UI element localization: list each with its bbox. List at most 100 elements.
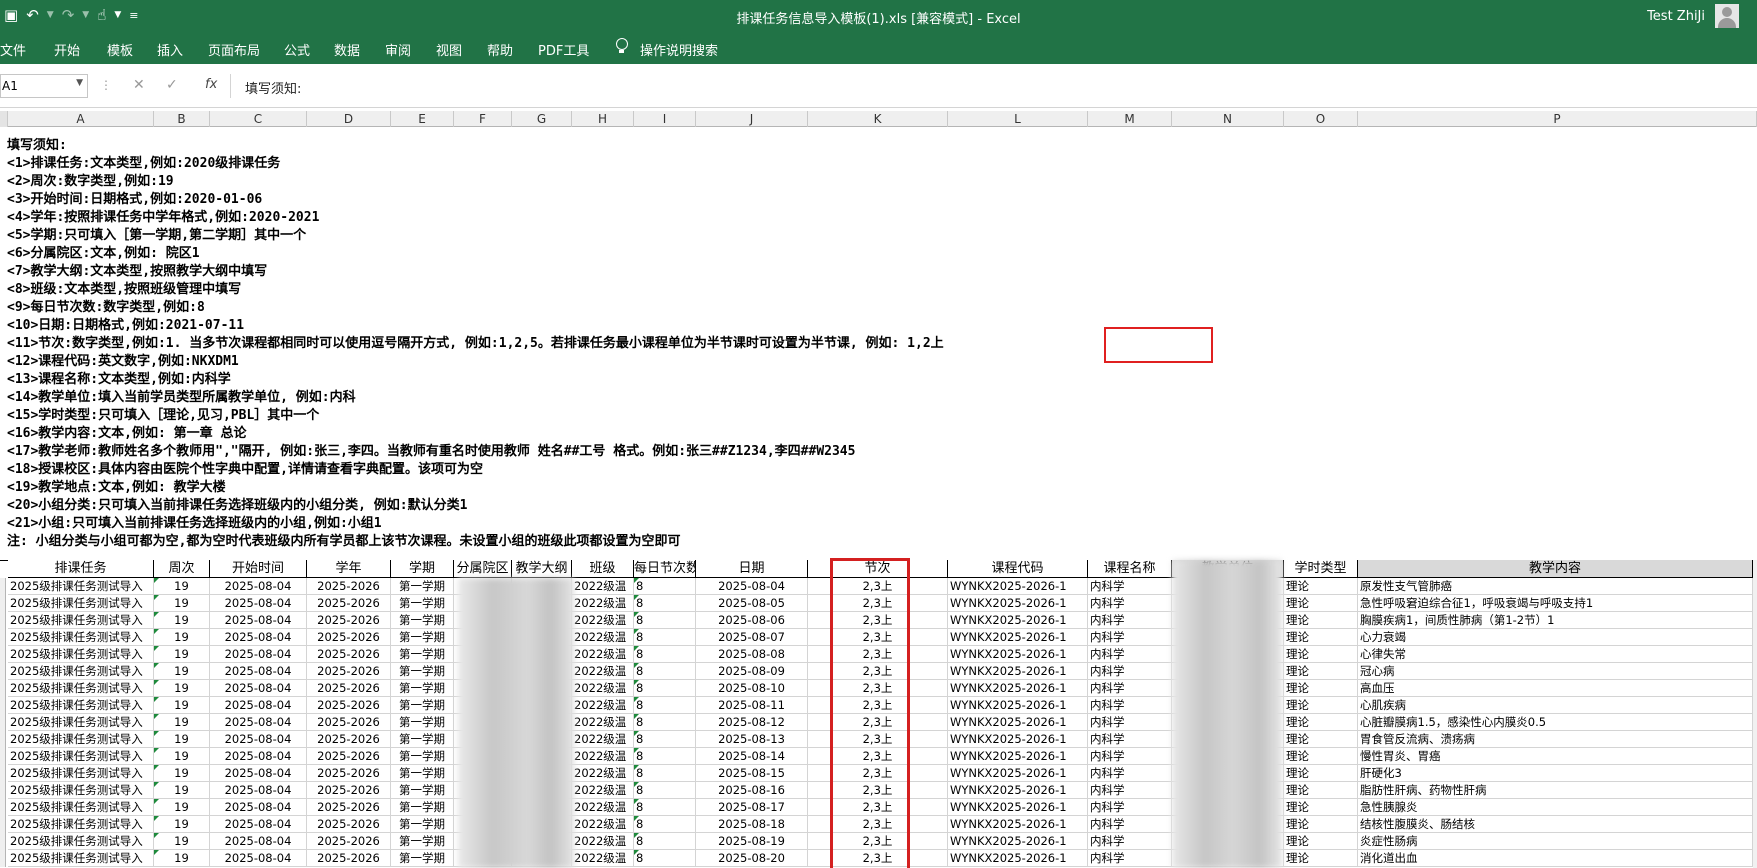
table-cell[interactable]: 理论 [1284,833,1358,850]
table-cell[interactable]: 理论 [1284,816,1358,833]
table-cell[interactable]: 第一学期 [391,731,454,748]
table-cell[interactable]: WYNKX2025-2026-1 [948,697,1088,714]
table-cell[interactable]: WYNKX2025-2026-1 [948,629,1088,646]
table-cell[interactable]: 内科学 [1088,595,1172,612]
row-header[interactable] [0,850,6,867]
chevron-down-icon[interactable]: ▼ [114,10,121,20]
table-cell[interactable]: 第一学期 [391,663,454,680]
tab-template[interactable]: 模板 [107,40,133,59]
table-cell[interactable]: WYNKX2025-2026-1 [948,833,1088,850]
column-header[interactable]: F [454,111,512,127]
table-cell[interactable]: 2025-08-04 [210,646,307,663]
table-cell[interactable]: 2022级温 [572,782,634,799]
table-cell[interactable]: 心律失常 [1358,646,1753,663]
row-header[interactable] [0,595,6,612]
table-cell[interactable]: 理论 [1284,799,1358,816]
table-cell[interactable]: 8 [634,595,696,612]
column-header[interactable]: B [154,111,210,127]
column-header[interactable]: P [1358,111,1757,127]
table-cell[interactable]: 2025-2026 [307,816,391,833]
formula-input[interactable]: 填写须知: [245,78,301,97]
table-cell[interactable]: 8 [634,748,696,765]
table-cell[interactable]: 2025-08-04 [210,595,307,612]
table-cell[interactable]: 19 [154,612,210,629]
column-header[interactable]: C [210,111,307,127]
table-cell[interactable]: 慢性胃炎、胃癌 [1358,748,1753,765]
table-cell[interactable]: 理论 [1284,782,1358,799]
table-cell[interactable]: 2025级排课任务测试导入 [8,782,154,799]
table-cell[interactable]: 19 [154,748,210,765]
table-cell[interactable]: 炎症性肠病 [1358,833,1753,850]
row-header[interactable] [0,629,6,646]
tab-view[interactable]: 视图 [436,40,462,59]
table-cell[interactable]: 内科学 [1088,816,1172,833]
table-cell[interactable]: 2025-08-04 [210,748,307,765]
table-cell[interactable]: 内科学 [1088,680,1172,697]
table-cell[interactable]: 冠心病 [1358,663,1753,680]
table-cell[interactable]: 19 [154,765,210,782]
insert-function-icon[interactable]: fx [205,77,217,92]
column-header[interactable]: E [391,111,454,127]
table-header-cell[interactable]: 每日节次数 [634,560,696,578]
tab-insert[interactable]: 插入 [157,40,183,59]
table-cell[interactable]: 2025-08-12 [696,714,808,731]
table-header-cell[interactable]: 学时类型 [1284,560,1358,578]
table-cell[interactable]: 19 [154,697,210,714]
table-header-cell[interactable]: 教学大纲 [512,560,572,578]
table-cell[interactable]: 2022级温 [572,663,634,680]
table-cell[interactable]: 2025-08-07 [696,629,808,646]
table-cell[interactable]: WYNKX2025-2026-1 [948,680,1088,697]
user-account[interactable]: Test ZhiJi [1647,4,1739,28]
row-header[interactable] [0,578,6,595]
table-cell[interactable]: 心肌疾病 [1358,697,1753,714]
table-cell[interactable]: 第一学期 [391,578,454,595]
table-cell[interactable]: 2022级温 [572,799,634,816]
table-cell[interactable]: 2025-08-05 [696,595,808,612]
table-cell[interactable]: 2025级排课任务测试导入 [8,629,154,646]
table-cell[interactable]: 第一学期 [391,680,454,697]
table-cell[interactable]: 19 [154,629,210,646]
table-cell[interactable]: 第一学期 [391,850,454,867]
table-cell[interactable]: 2025-2026 [307,782,391,799]
table-cell[interactable]: 2025级排课任务测试导入 [8,612,154,629]
table-cell[interactable]: 8 [634,697,696,714]
table-cell[interactable]: 第一学期 [391,612,454,629]
table-cell[interactable]: 2022级温 [572,748,634,765]
table-cell[interactable]: 2025-08-17 [696,799,808,816]
table-header-cell[interactable]: 课程代码 [948,560,1088,578]
table-cell[interactable]: 2025-08-09 [696,663,808,680]
table-cell[interactable]: 2025级排课任务测试导入 [8,799,154,816]
table-cell[interactable]: 理论 [1284,680,1358,697]
table-cell[interactable]: 2025级排课任务测试导入 [8,680,154,697]
table-cell[interactable]: WYNKX2025-2026-1 [948,799,1088,816]
table-cell[interactable]: 胃食管反流病、溃疡病 [1358,731,1753,748]
table-cell[interactable]: 肝硬化3 [1358,765,1753,782]
row-header[interactable] [0,731,6,748]
table-cell[interactable]: 内科学 [1088,714,1172,731]
table-cell[interactable]: 2025-08-04 [210,799,307,816]
tab-help[interactable]: 帮助 [487,40,513,59]
column-header[interactable]: O [1284,111,1358,127]
more-options-icon[interactable]: ⋮ [100,78,112,92]
table-cell[interactable]: 内科学 [1088,697,1172,714]
table-cell[interactable]: WYNKX2025-2026-1 [948,612,1088,629]
name-box[interactable]: A1 ▼ [0,74,88,98]
tab-review[interactable]: 审阅 [385,40,411,59]
table-cell[interactable]: 第一学期 [391,748,454,765]
table-cell[interactable]: 理论 [1284,663,1358,680]
undo-icon[interactable]: ↶ [26,6,39,24]
tab-page-layout[interactable]: 页面布局 [208,40,260,59]
table-cell[interactable]: 2025级排课任务测试导入 [8,816,154,833]
table-cell[interactable]: 理论 [1284,697,1358,714]
row-header[interactable] [0,612,6,629]
row-header[interactable] [0,748,6,765]
table-cell[interactable]: 原发性支气管肺癌 [1358,578,1753,595]
table-header-cell[interactable]: 排课任务 [8,560,154,578]
table-cell[interactable]: 理论 [1284,765,1358,782]
table-cell[interactable]: 2025-08-10 [696,680,808,697]
row-header[interactable] [0,680,6,697]
table-cell[interactable]: 2025-08-04 [210,629,307,646]
table-cell[interactable]: 2022级温 [572,612,634,629]
table-cell[interactable]: 内科学 [1088,748,1172,765]
table-cell[interactable]: 心脏瓣膜病1.5，感染性心内膜炎0.5 [1358,714,1753,731]
